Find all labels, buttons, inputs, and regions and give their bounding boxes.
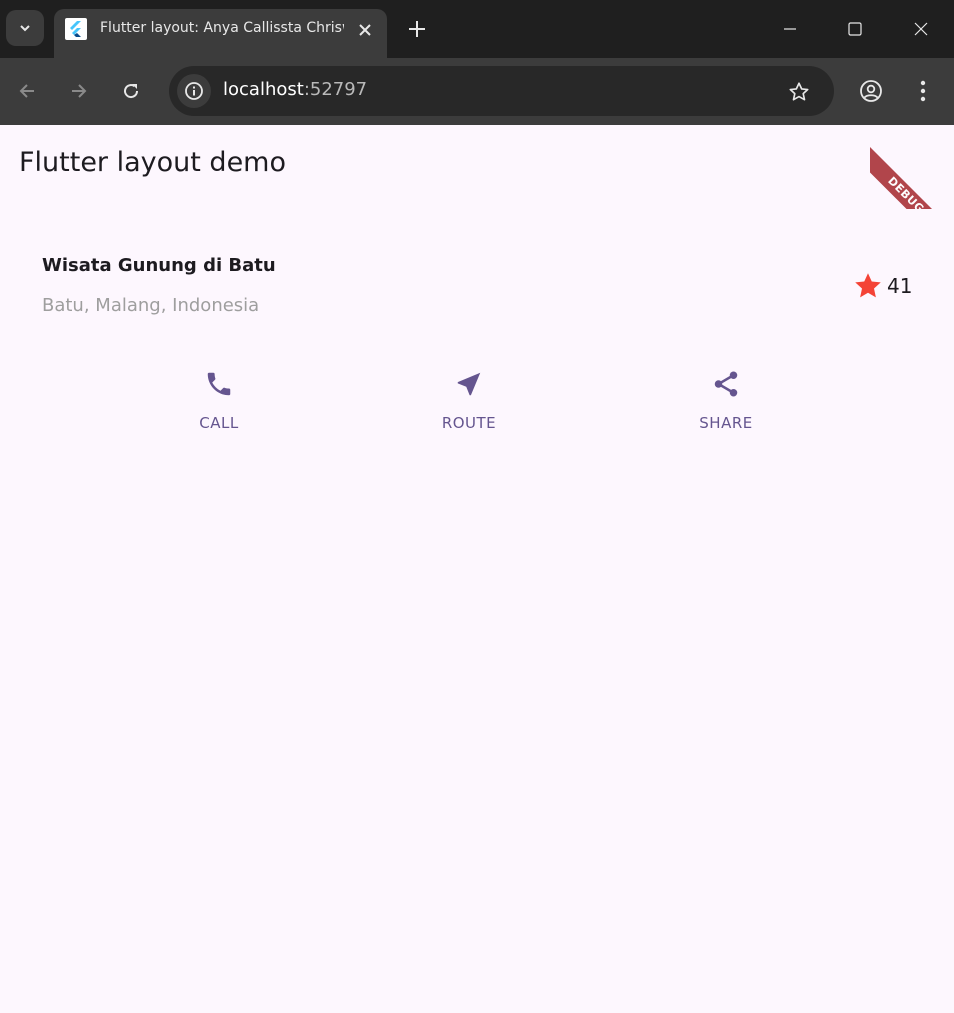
account-circle-icon bbox=[860, 80, 882, 102]
tab-title: Flutter layout: Anya Callissta Chriswant… bbox=[100, 20, 344, 36]
new-tab-button[interactable] bbox=[404, 16, 430, 42]
route-button[interactable]: ROUTE bbox=[389, 366, 549, 446]
back-button[interactable] bbox=[12, 76, 42, 106]
address-bar[interactable]: localhost:52797 bbox=[169, 66, 834, 116]
browser-tab-active[interactable]: Flutter layout: Anya Callissta Chriswant… bbox=[54, 9, 387, 58]
share-button[interactable]: SHARE bbox=[646, 366, 806, 446]
call-label: CALL bbox=[199, 414, 239, 432]
tab-close-button[interactable] bbox=[354, 19, 376, 41]
rating: 41 bbox=[853, 271, 912, 301]
reload-button[interactable] bbox=[116, 76, 146, 106]
route-label: ROUTE bbox=[441, 414, 497, 432]
app-bar-title: Flutter layout demo bbox=[19, 147, 287, 178]
browser-menu-button[interactable] bbox=[908, 76, 938, 106]
debug-banner-label: DEBUG bbox=[870, 143, 954, 209]
arrow-right-icon bbox=[72, 84, 87, 98]
rating-count: 41 bbox=[887, 274, 913, 298]
bookmark-button[interactable] bbox=[785, 78, 813, 106]
profile-button[interactable] bbox=[856, 76, 886, 106]
share-icon bbox=[708, 366, 744, 402]
star-icon bbox=[855, 273, 881, 298]
url-host: localhost bbox=[223, 79, 304, 100]
reload-icon bbox=[124, 84, 139, 99]
forward-button[interactable] bbox=[64, 76, 94, 106]
tab-search-button[interactable] bbox=[6, 10, 44, 46]
site-info-button[interactable] bbox=[177, 74, 211, 108]
plus-icon bbox=[409, 21, 425, 37]
more-vert-icon bbox=[920, 80, 926, 102]
url-text[interactable]: localhost:52797 bbox=[223, 79, 367, 100]
debug-banner: DEBUG bbox=[870, 125, 954, 209]
flutter-logo-icon bbox=[65, 18, 87, 40]
arrow-left-icon bbox=[19, 84, 34, 98]
maximize-icon bbox=[848, 22, 862, 36]
minimize-button[interactable] bbox=[775, 14, 805, 44]
info-icon bbox=[185, 82, 203, 100]
url-port: :52797 bbox=[303, 79, 368, 100]
close-icon bbox=[914, 22, 928, 36]
close-window-button[interactable] bbox=[906, 14, 936, 44]
browser-title-bar: Flutter layout: Anya Callissta Chriswant… bbox=[0, 0, 954, 58]
near-me-icon bbox=[451, 366, 487, 402]
phone-icon bbox=[201, 366, 237, 402]
place-name: Wisata Gunung di Batu bbox=[42, 255, 276, 276]
minimize-icon bbox=[784, 28, 796, 30]
place-location: Batu, Malang, Indonesia bbox=[42, 295, 260, 316]
star-outline-icon bbox=[789, 82, 809, 101]
close-icon bbox=[359, 24, 371, 36]
call-button[interactable]: CALL bbox=[139, 366, 299, 446]
chevron-down-icon bbox=[20, 25, 30, 32]
maximize-button[interactable] bbox=[840, 14, 870, 44]
share-label: SHARE bbox=[699, 414, 753, 432]
browser-toolbar: localhost:52797 bbox=[0, 58, 954, 125]
